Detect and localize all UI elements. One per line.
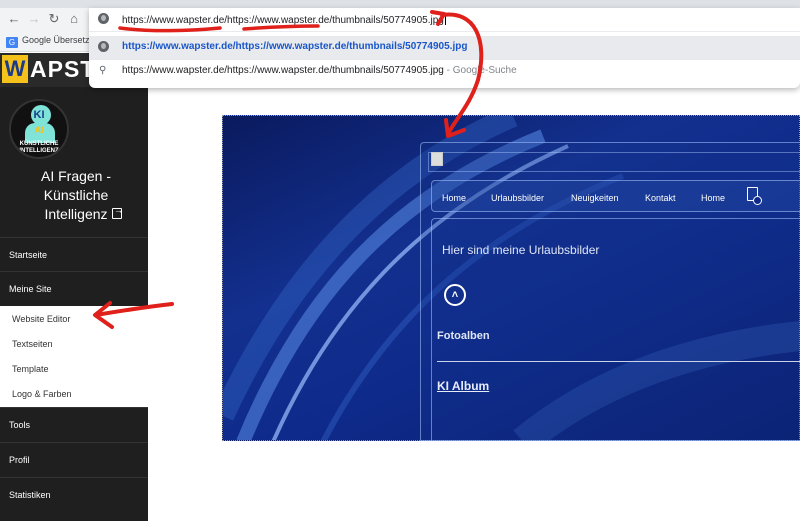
- divider: [437, 361, 800, 362]
- suggestion-search-suffix: - Google-Suche: [443, 65, 517, 76]
- submenu-item-template[interactable]: Template: [0, 356, 148, 381]
- album-link[interactable]: KI Album: [437, 379, 489, 393]
- sidebar-item-statistiken[interactable]: Statistiken: [0, 477, 148, 511]
- home-icon[interactable]: ⌂: [66, 10, 82, 28]
- reload-icon[interactable]: ↻: [46, 10, 62, 28]
- forward-arrow-icon[interactable]: →: [26, 10, 42, 28]
- site-menu-home[interactable]: Home: [442, 193, 466, 203]
- back-arrow-icon[interactable]: ←: [6, 10, 22, 28]
- submenu-meine-site: Website Editor Textseiten Template Logo …: [0, 306, 148, 407]
- add-page-icon[interactable]: [747, 187, 762, 205]
- broken-image-icon: [431, 152, 443, 166]
- bookmark-google-translate[interactable]: G Google Übersetz: [6, 35, 90, 48]
- site-menu-home-2[interactable]: Home: [701, 193, 725, 203]
- section-title: Fotoalben: [437, 330, 490, 342]
- globe-icon: [98, 41, 109, 52]
- site-menu-neuigkeiten[interactable]: Neuigkeiten: [571, 193, 619, 203]
- omnibox-suggestion-url[interactable]: https://www.wapster.de/https://www.wapst…: [89, 36, 800, 60]
- logo-text: APST: [30, 56, 96, 82]
- submenu-item-textseiten[interactable]: Textseiten: [0, 331, 148, 356]
- text-caret: [444, 13, 446, 25]
- site-menu-urlaubsbilder[interactable]: Urlaubsbilder: [491, 193, 544, 203]
- omnibox-typed-url: https://www.wapster.de/https://www.wapst…: [122, 15, 444, 26]
- sidebar-item-profil[interactable]: Profil: [0, 442, 148, 476]
- header-image-placeholder: [428, 152, 800, 172]
- intro-text: Hier sind meine Urlaubsbilder: [442, 243, 600, 257]
- bookmark-label: Google Übersetz: [22, 35, 90, 45]
- search-icon: ⚲: [99, 65, 107, 76]
- submenu-item-website-editor[interactable]: Website Editor: [0, 306, 148, 331]
- sidebar-item-meine-site[interactable]: Meine Site: [0, 271, 148, 305]
- site-menu-kontakt[interactable]: Kontakt: [645, 193, 676, 203]
- sidebar-item-startseite[interactable]: Startseite: [0, 237, 148, 271]
- suggestion-search-url: https://www.wapster.de/https://www.wapst…: [122, 65, 444, 76]
- omnibox-dropdown: https://www.wapster.de/https://www.wapst…: [89, 8, 800, 88]
- chevron-up-icon[interactable]: ˄: [444, 284, 466, 306]
- globe-icon: [98, 13, 109, 24]
- sidebar-item-tools[interactable]: Tools: [0, 407, 148, 441]
- avatar-ai-text: AI: [34, 125, 44, 135]
- tab-strip: [0, 0, 800, 8]
- avatar: KI AI KÜNSTLICHE INTELLIGENZ: [9, 99, 69, 159]
- sidebar: KI AI KÜNSTLICHE INTELLIGENZ AI Fragen -…: [0, 87, 148, 521]
- submenu-item-logo-farben[interactable]: Logo & Farben: [0, 381, 148, 406]
- exit-icon[interactable]: [112, 205, 123, 219]
- logo-letter: W: [2, 55, 28, 83]
- suggestion-url-text: https://www.wapster.de/https://www.wapst…: [122, 41, 468, 52]
- avatar-ki-text: KI: [33, 109, 45, 121]
- omnibox-suggestion-search[interactable]: ⚲ https://www.wapster.de/https://www.wap…: [89, 60, 800, 84]
- avatar-label: KÜNSTLICHE INTELLIGENZ: [19, 141, 59, 154]
- google-translate-icon: G: [6, 37, 18, 48]
- omnibox-input[interactable]: https://www.wapster.de/https://www.wapst…: [89, 8, 800, 32]
